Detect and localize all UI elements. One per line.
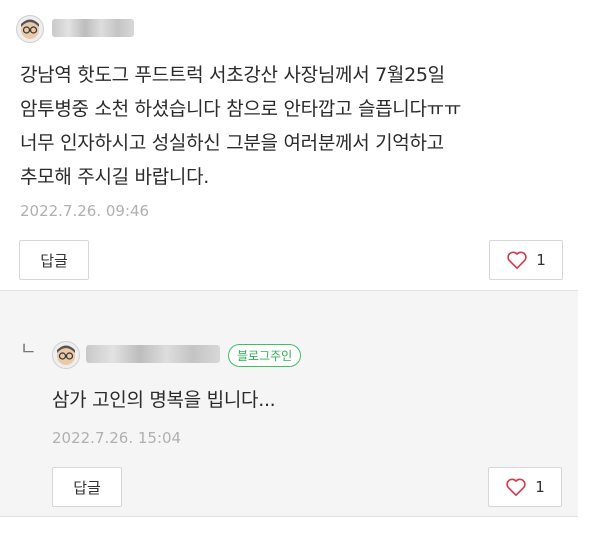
like-button[interactable]: 1: [488, 467, 562, 507]
blog-owner-badge: 블로그주인: [228, 344, 302, 367]
comment-date: 2022.7.26. 09:46: [20, 202, 150, 220]
reply-text: 삼가 고인의 명복을 빕니다...: [52, 389, 276, 411]
reply-button[interactable]: 답글: [52, 467, 122, 507]
blurred-username: [52, 19, 134, 37]
comment-text-line: 암투병중 소천 하셨습니다 참으로 안타깝고 슬픕니다ㅠㅠ: [20, 98, 462, 120]
like-count: 1: [535, 478, 545, 496]
comment: 강남역 핫도그 푸드트럭 서초강산 사장님께서 7월25일 암투병중 소천 하셨…: [0, 0, 600, 289]
comment-text-line: 강남역 핫도그 푸드트럭 서초강산 사장님께서 7월25일: [20, 64, 445, 86]
reply-date: 2022.7.26. 15:04: [52, 429, 182, 447]
avatar[interactable]: [52, 341, 80, 369]
reply-button-label: 답글: [73, 478, 101, 497]
comment-text-line: 너무 인자하시고 성실하신 그분을 여러분께서 기억하고: [20, 132, 444, 154]
reply-indent-marker: ㄴ: [20, 339, 37, 360]
heart-icon: [507, 251, 527, 269]
comment-text-line: 추모해 주시길 바랍니다.: [20, 166, 210, 188]
reply-comment: ㄴ 블로그주인 삼가 고인의 명복을 빕니다... 2022.7.26. 15:…: [0, 290, 578, 517]
blurred-username: [86, 345, 220, 363]
like-count: 1: [536, 251, 546, 269]
avatar[interactable]: [16, 15, 44, 43]
like-button[interactable]: 1: [489, 240, 563, 280]
heart-icon: [506, 478, 526, 496]
avatar-icon: [57, 345, 75, 365]
avatar-icon: [21, 19, 39, 39]
reply-button[interactable]: 답글: [19, 240, 89, 280]
reply-button-label: 답글: [40, 251, 68, 270]
